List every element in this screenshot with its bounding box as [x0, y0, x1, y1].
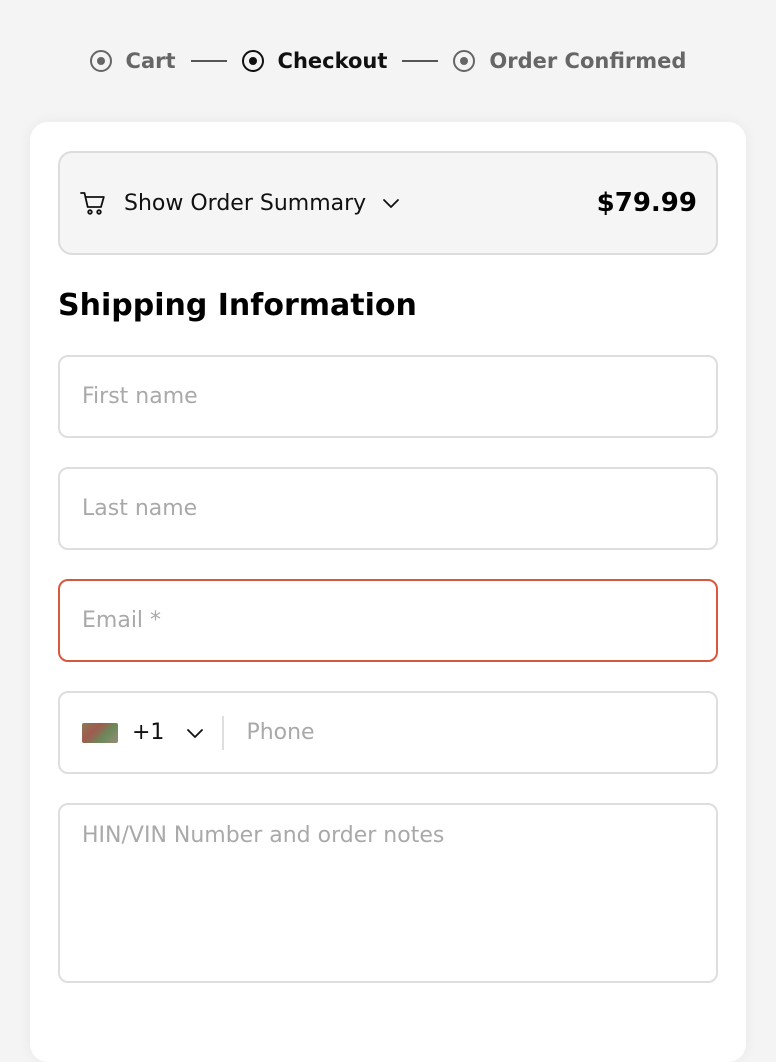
order-summary-toggle[interactable]: Show Order Summary $79.99 — [58, 151, 718, 255]
checkout-stepper: Cart Checkout Order Confirmed — [0, 40, 776, 82]
step-label: Order Confirmed — [489, 49, 687, 73]
email-field — [58, 579, 718, 662]
radio-dot-icon — [89, 50, 112, 72]
step-connector — [402, 60, 439, 62]
step-cart[interactable]: Cart — [89, 49, 176, 73]
chevron-down-icon[interactable] — [184, 722, 206, 744]
step-connector — [190, 60, 227, 62]
checkout-card: Show Order Summary $79.99 Shipping Infor… — [30, 122, 746, 1062]
step-label: Cart — [125, 49, 176, 73]
first-name-field — [58, 355, 718, 438]
step-order-confirmed[interactable]: Order Confirmed — [453, 49, 686, 73]
radio-dot-icon — [453, 50, 476, 72]
order-total: $79.99 — [596, 188, 697, 218]
country-code[interactable]: +1 — [132, 720, 164, 745]
radio-dot-icon — [241, 50, 264, 72]
chevron-down-icon — [383, 199, 400, 208]
step-label: Checkout — [277, 49, 388, 73]
phone-field: +1 — [58, 691, 718, 774]
section-title: Shipping Information — [58, 288, 417, 323]
country-flag-icon[interactable] — [82, 722, 118, 743]
step-checkout[interactable]: Checkout — [241, 49, 388, 73]
order-notes-textarea[interactable] — [60, 805, 716, 981]
phone-row: +1 — [60, 693, 716, 772]
last-name-input[interactable] — [60, 469, 716, 548]
first-name-input[interactable] — [60, 357, 716, 436]
order-summary-label: Show Order Summary — [124, 190, 367, 216]
notes-field — [58, 803, 718, 983]
cart-icon — [80, 192, 105, 215]
email-input[interactable] — [60, 581, 716, 660]
last-name-field — [58, 467, 718, 550]
phone-input[interactable] — [224, 693, 716, 772]
